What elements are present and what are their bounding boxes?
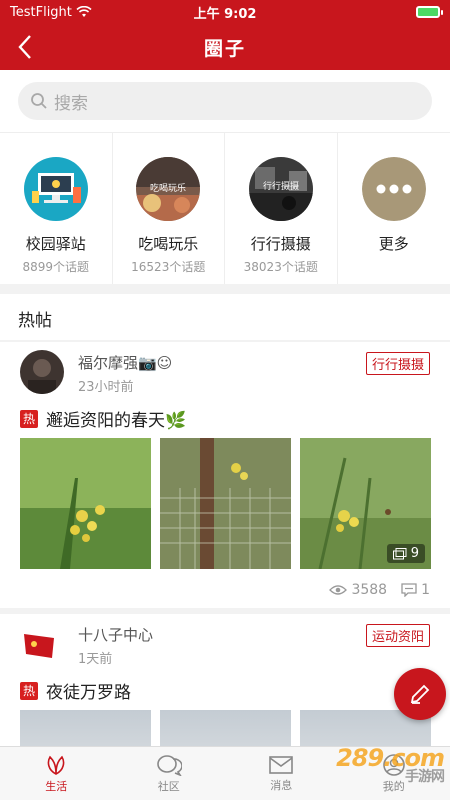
image-count: 9 xyxy=(410,546,419,561)
carrier-label: TestFlight xyxy=(10,4,72,20)
post-image[interactable] xyxy=(160,438,291,569)
tab-label: 社区 xyxy=(157,779,180,793)
mail-icon xyxy=(269,755,294,774)
post-author[interactable]: 十八子中心 xyxy=(78,624,153,645)
image-count-badge: 9 xyxy=(386,544,425,563)
leaf-icon xyxy=(47,755,65,775)
search-icon xyxy=(31,93,47,109)
post-image[interactable] xyxy=(20,710,151,746)
post-time: 23小时前 xyxy=(78,380,134,395)
post-card[interactable]: 十八子中心 1天前 运动资阳 热 夜徒万罗路 xyxy=(0,614,450,746)
post-image[interactable]: 9 xyxy=(300,438,431,569)
page-title: 圈子 xyxy=(203,38,246,60)
post-title[interactable]: 热 邂逅资阳的春天🌿 xyxy=(20,406,186,431)
post-stats: 3588 1 xyxy=(329,582,430,598)
campus-circle-avatar xyxy=(23,157,88,221)
pencil-icon xyxy=(410,684,430,704)
food-fun-circle-avatar: 吃喝玩乐 xyxy=(136,157,201,221)
post-circle-tag[interactable]: 运动资阳 xyxy=(365,624,430,647)
chat-icon xyxy=(156,754,182,776)
circle-name: 吃喝玩乐 xyxy=(138,235,199,253)
post-title[interactable]: 热 夜徒万罗路 xyxy=(20,678,131,703)
circle-name: 校园驿站 xyxy=(25,235,86,253)
status-time: 上午 9:02 xyxy=(193,6,257,22)
tab-label: 消息 xyxy=(270,778,293,792)
compose-button[interactable] xyxy=(394,668,446,720)
avatar[interactable] xyxy=(20,350,64,394)
circle-name: 行行摄摄 xyxy=(250,235,311,253)
circle-name: 更多 xyxy=(378,235,409,253)
photography-thumb-text: 行行摄摄 xyxy=(263,180,299,192)
search-input[interactable]: 搜索 xyxy=(18,82,432,120)
circle-count: 16523个话题 xyxy=(131,260,206,274)
search-placeholder: 搜索 xyxy=(54,93,88,114)
post-title-text: 邂逅资阳的春天🌿 xyxy=(46,411,187,431)
comments-stat[interactable]: 1 xyxy=(401,582,430,598)
post-image[interactable] xyxy=(160,710,291,746)
circle-campus[interactable]: 校园驿站 8899个话题 xyxy=(0,133,113,284)
post-author[interactable]: 福尔摩强📷☺ xyxy=(78,352,172,373)
comment-icon xyxy=(401,583,417,597)
circle-more[interactable]: 更多 xyxy=(338,133,450,284)
hot-posts-heading: 热帖 xyxy=(0,294,450,340)
tab-messages[interactable]: 消息 xyxy=(225,747,338,800)
eye-icon xyxy=(329,585,348,595)
nav-bar: 圈子 xyxy=(0,24,450,70)
more-icon xyxy=(361,157,426,221)
views-stat: 3588 xyxy=(329,582,387,598)
post-images: 9 xyxy=(20,438,431,569)
post-time: 1天前 xyxy=(78,652,113,667)
tab-community[interactable]: 社区 xyxy=(113,747,226,800)
post-circle-tag[interactable]: 行行摄摄 xyxy=(365,352,430,375)
photography-circle-avatar: 行行摄摄 xyxy=(248,157,313,221)
circle-count: 38023个话题 xyxy=(243,260,318,274)
circle-photography[interactable]: 行行摄摄 行行摄摄 38023个话题 xyxy=(225,133,338,284)
hot-badge: 热 xyxy=(20,409,38,428)
tab-label: 生活 xyxy=(45,779,68,793)
battery-icon xyxy=(416,6,443,18)
food-fun-thumb-text: 吃喝玩乐 xyxy=(150,182,186,194)
post-card[interactable]: 福尔摩强📷☺ 23小时前 行行摄摄 热 邂逅资阳的春天🌿 9 3588 1 xyxy=(0,342,450,608)
avatar[interactable] xyxy=(20,628,60,668)
comments-count: 1 xyxy=(421,582,430,598)
circle-count: 8899个话题 xyxy=(22,260,90,274)
views-count: 3588 xyxy=(351,582,388,598)
post-image[interactable] xyxy=(20,438,151,569)
circle-food-fun[interactable]: 吃喝玩乐 吃喝玩乐 16523个话题 xyxy=(113,133,225,284)
status-bar: TestFlight 上午 9:02 xyxy=(0,0,450,24)
site-watermark: 289.com 手游网 xyxy=(336,744,445,786)
post-title-text: 夜徒万罗路 xyxy=(46,683,131,703)
circle-categories: 校园驿站 8899个话题 吃喝玩乐 吃喝玩乐 16523个话题 行行摄摄 行行摄… xyxy=(0,132,450,284)
post-images xyxy=(20,710,431,746)
hot-badge: 热 xyxy=(20,681,38,700)
images-icon xyxy=(392,547,407,559)
search-section: 搜索 xyxy=(0,70,450,132)
tab-life[interactable]: 生活 xyxy=(0,747,113,800)
wifi-icon xyxy=(76,6,92,17)
